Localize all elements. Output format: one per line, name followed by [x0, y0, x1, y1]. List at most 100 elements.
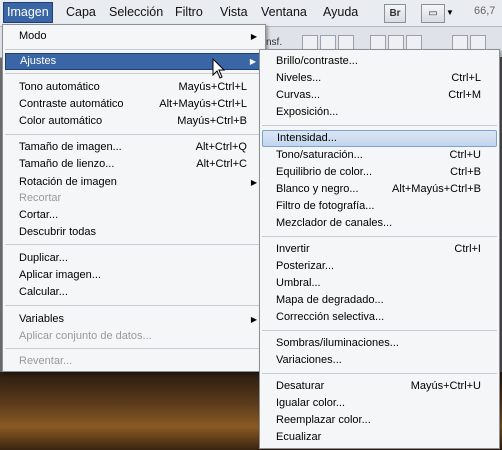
- menu-filtro[interactable]: Filtro: [172, 3, 206, 22]
- menu-item-correccion-selectiva[interactable]: Corrección selectiva...: [262, 309, 497, 326]
- menu-item-variaciones[interactable]: Variaciones...: [262, 352, 497, 369]
- menu-item-variables[interactable]: Variables ▶: [5, 311, 263, 328]
- menu-ayuda[interactable]: Ayuda: [320, 3, 361, 22]
- menu-vista[interactable]: Vista: [217, 3, 251, 22]
- menu-item-desaturar[interactable]: Desaturar Mayús+Ctrl+U: [262, 378, 497, 395]
- options-fragment: nsf.: [266, 37, 283, 48]
- menu-item-label: Tono automático: [19, 81, 100, 93]
- menu-item-equilibrio[interactable]: Equilibrio de color... Ctrl+B: [262, 164, 497, 181]
- menu-item-label: Sombras/iluminaciones...: [276, 337, 399, 349]
- menu-item-sombras[interactable]: Sombras/iluminaciones...: [262, 335, 497, 352]
- menu-item-blanco-negro[interactable]: Blanco y negro... Alt+Mayús+Ctrl+B: [262, 181, 497, 198]
- shortcut: Ctrl+U: [449, 149, 481, 161]
- menu-item-label: Niveles...: [276, 72, 322, 84]
- shortcut: Mayús+Ctrl+B: [177, 115, 247, 127]
- shortcut: Mayús+Ctrl+U: [410, 380, 481, 392]
- divider: [262, 125, 497, 126]
- menu-item-label: Brillo/contraste...: [276, 55, 358, 67]
- menu-item-descubrir[interactable]: Descubrir todas: [5, 224, 263, 241]
- menu-item-label: Tono/saturación...: [276, 149, 363, 161]
- menu-item-label: Equilibrio de color...: [276, 166, 372, 178]
- shortcut: Ctrl+M: [448, 89, 481, 101]
- menu-capa[interactable]: Capa: [63, 3, 99, 22]
- menu-item-umbral[interactable]: Umbral...: [262, 275, 497, 292]
- menu-item-duplicar[interactable]: Duplicar...: [5, 250, 263, 267]
- menu-item-tono-saturacion[interactable]: Tono/saturación... Ctrl+U: [262, 147, 497, 164]
- menu-ventana[interactable]: Ventana: [258, 3, 310, 22]
- menu-item-tamano-lienzo[interactable]: Tamaño de lienzo... Alt+Ctrl+C: [5, 156, 263, 173]
- bridge-icon[interactable]: Br: [384, 4, 406, 23]
- menu-item-reemplazar-color[interactable]: Reemplazar color...: [262, 412, 497, 429]
- screen-mode-icon[interactable]: ▭: [421, 4, 445, 23]
- menu-item-cortar[interactable]: Cortar...: [5, 207, 263, 224]
- submenu-arrow-icon: ▶: [250, 315, 257, 324]
- menu-item-label: Corrección selectiva...: [276, 311, 385, 323]
- menu-item-aplicar-conjunto[interactable]: Aplicar conjunto de datos...: [5, 328, 263, 345]
- menu-item-label: Mapa de degradado...: [276, 294, 384, 306]
- menu-item-mapa-degradado[interactable]: Mapa de degradado...: [262, 292, 497, 309]
- menu-item-color-auto[interactable]: Color automático Mayús+Ctrl+B: [5, 113, 263, 130]
- shortcut: Ctrl+B: [450, 166, 481, 178]
- mouse-cursor-icon: [212, 58, 226, 79]
- menu-seleccion[interactable]: Selección: [106, 3, 166, 22]
- divider: [262, 373, 497, 374]
- menu-item-label: Rotación de imagen: [19, 176, 117, 188]
- menu-item-mezclador[interactable]: Mezclador de canales...: [262, 215, 497, 232]
- divider: [5, 49, 263, 50]
- menu-item-rotacion[interactable]: Rotación de imagen ▶: [5, 174, 263, 191]
- divider: [5, 244, 263, 245]
- menu-item-invertir[interactable]: Invertir Ctrl+I: [262, 241, 497, 258]
- chevron-down-icon[interactable]: ▼: [446, 8, 454, 17]
- menu-item-calcular[interactable]: Calcular...: [5, 284, 263, 301]
- menu-item-aplicar-imagen[interactable]: Aplicar imagen...: [5, 267, 263, 284]
- imagen-menu: Modo ▶ Ajustes ▶ Tono automático Mayús+C…: [2, 24, 266, 372]
- shortcut: Alt+Mayús+Ctrl+B: [392, 183, 481, 195]
- menu-item-label: Calcular...: [19, 286, 68, 298]
- menu-imagen[interactable]: Imagen: [3, 2, 53, 23]
- menu-item-label: Filtro de fotografía...: [276, 200, 375, 212]
- submenu-arrow-icon: ▶: [250, 32, 257, 41]
- menu-item-reventar[interactable]: Reventar...: [5, 353, 263, 370]
- shortcut: Alt+Ctrl+C: [196, 158, 247, 170]
- menu-item-label: Tamaño de imagen...: [19, 141, 122, 153]
- menu-item-label: Ecualizar: [276, 431, 322, 443]
- menu-item-curvas[interactable]: Curvas... Ctrl+M: [262, 87, 497, 104]
- menu-item-brillo[interactable]: Brillo/contraste...: [262, 53, 497, 70]
- menu-item-label: Cortar...: [19, 209, 59, 221]
- menu-item-label: Reemplazar color...: [276, 414, 371, 426]
- menu-item-label: Variaciones...: [276, 354, 342, 366]
- menu-item-tono-auto[interactable]: Tono automático Mayús+Ctrl+L: [5, 79, 263, 96]
- menu-item-igualar-color[interactable]: Igualar color...: [262, 395, 497, 412]
- menu-item-filtro-fotografia[interactable]: Filtro de fotografía...: [262, 198, 497, 215]
- menu-item-label: Reventar...: [19, 355, 73, 367]
- divider: [5, 305, 263, 306]
- menu-item-label: Color automático: [19, 115, 103, 127]
- menu-item-label: Ajustes: [20, 55, 57, 67]
- divider: [262, 330, 497, 331]
- menu-item-ecualizar[interactable]: Ecualizar: [262, 429, 497, 446]
- menu-item-label: Descubrir todas: [19, 226, 97, 238]
- menu-item-label: Umbral...: [276, 277, 321, 289]
- menu-item-label: Posterizar...: [276, 260, 335, 272]
- menu-item-label: Intensidad...: [277, 132, 337, 144]
- menu-item-label: Curvas...: [276, 89, 321, 101]
- menu-item-label: Igualar color...: [276, 397, 346, 409]
- menu-item-label: Blanco y negro...: [276, 183, 359, 195]
- menu-item-intensidad[interactable]: Intensidad...: [262, 130, 497, 147]
- menu-item-exposicion[interactable]: Exposición...: [262, 104, 497, 121]
- divider: [262, 236, 497, 237]
- menu-item-label: Recortar: [19, 192, 62, 204]
- submenu-arrow-icon: ▶: [249, 57, 256, 66]
- menu-item-posterizar[interactable]: Posterizar...: [262, 258, 497, 275]
- menu-item-label: Aplicar imagen...: [19, 269, 101, 281]
- menu-item-contraste-auto[interactable]: Contraste automático Alt+Mayús+Ctrl+L: [5, 96, 263, 113]
- menu-item-modo[interactable]: Modo ▶: [5, 28, 263, 45]
- menu-item-recortar[interactable]: Recortar: [5, 190, 263, 207]
- menu-item-label: Modo: [19, 30, 47, 42]
- divider: [5, 134, 263, 135]
- menu-item-tamano-imagen[interactable]: Tamaño de imagen... Alt+Ctrl+Q: [5, 139, 263, 156]
- menu-item-niveles[interactable]: Niveles... Ctrl+L: [262, 70, 497, 87]
- zoom-level: 66,7: [474, 5, 496, 17]
- menu-item-label: Mezclador de canales...: [276, 217, 393, 229]
- shortcut: Ctrl+L: [451, 72, 481, 84]
